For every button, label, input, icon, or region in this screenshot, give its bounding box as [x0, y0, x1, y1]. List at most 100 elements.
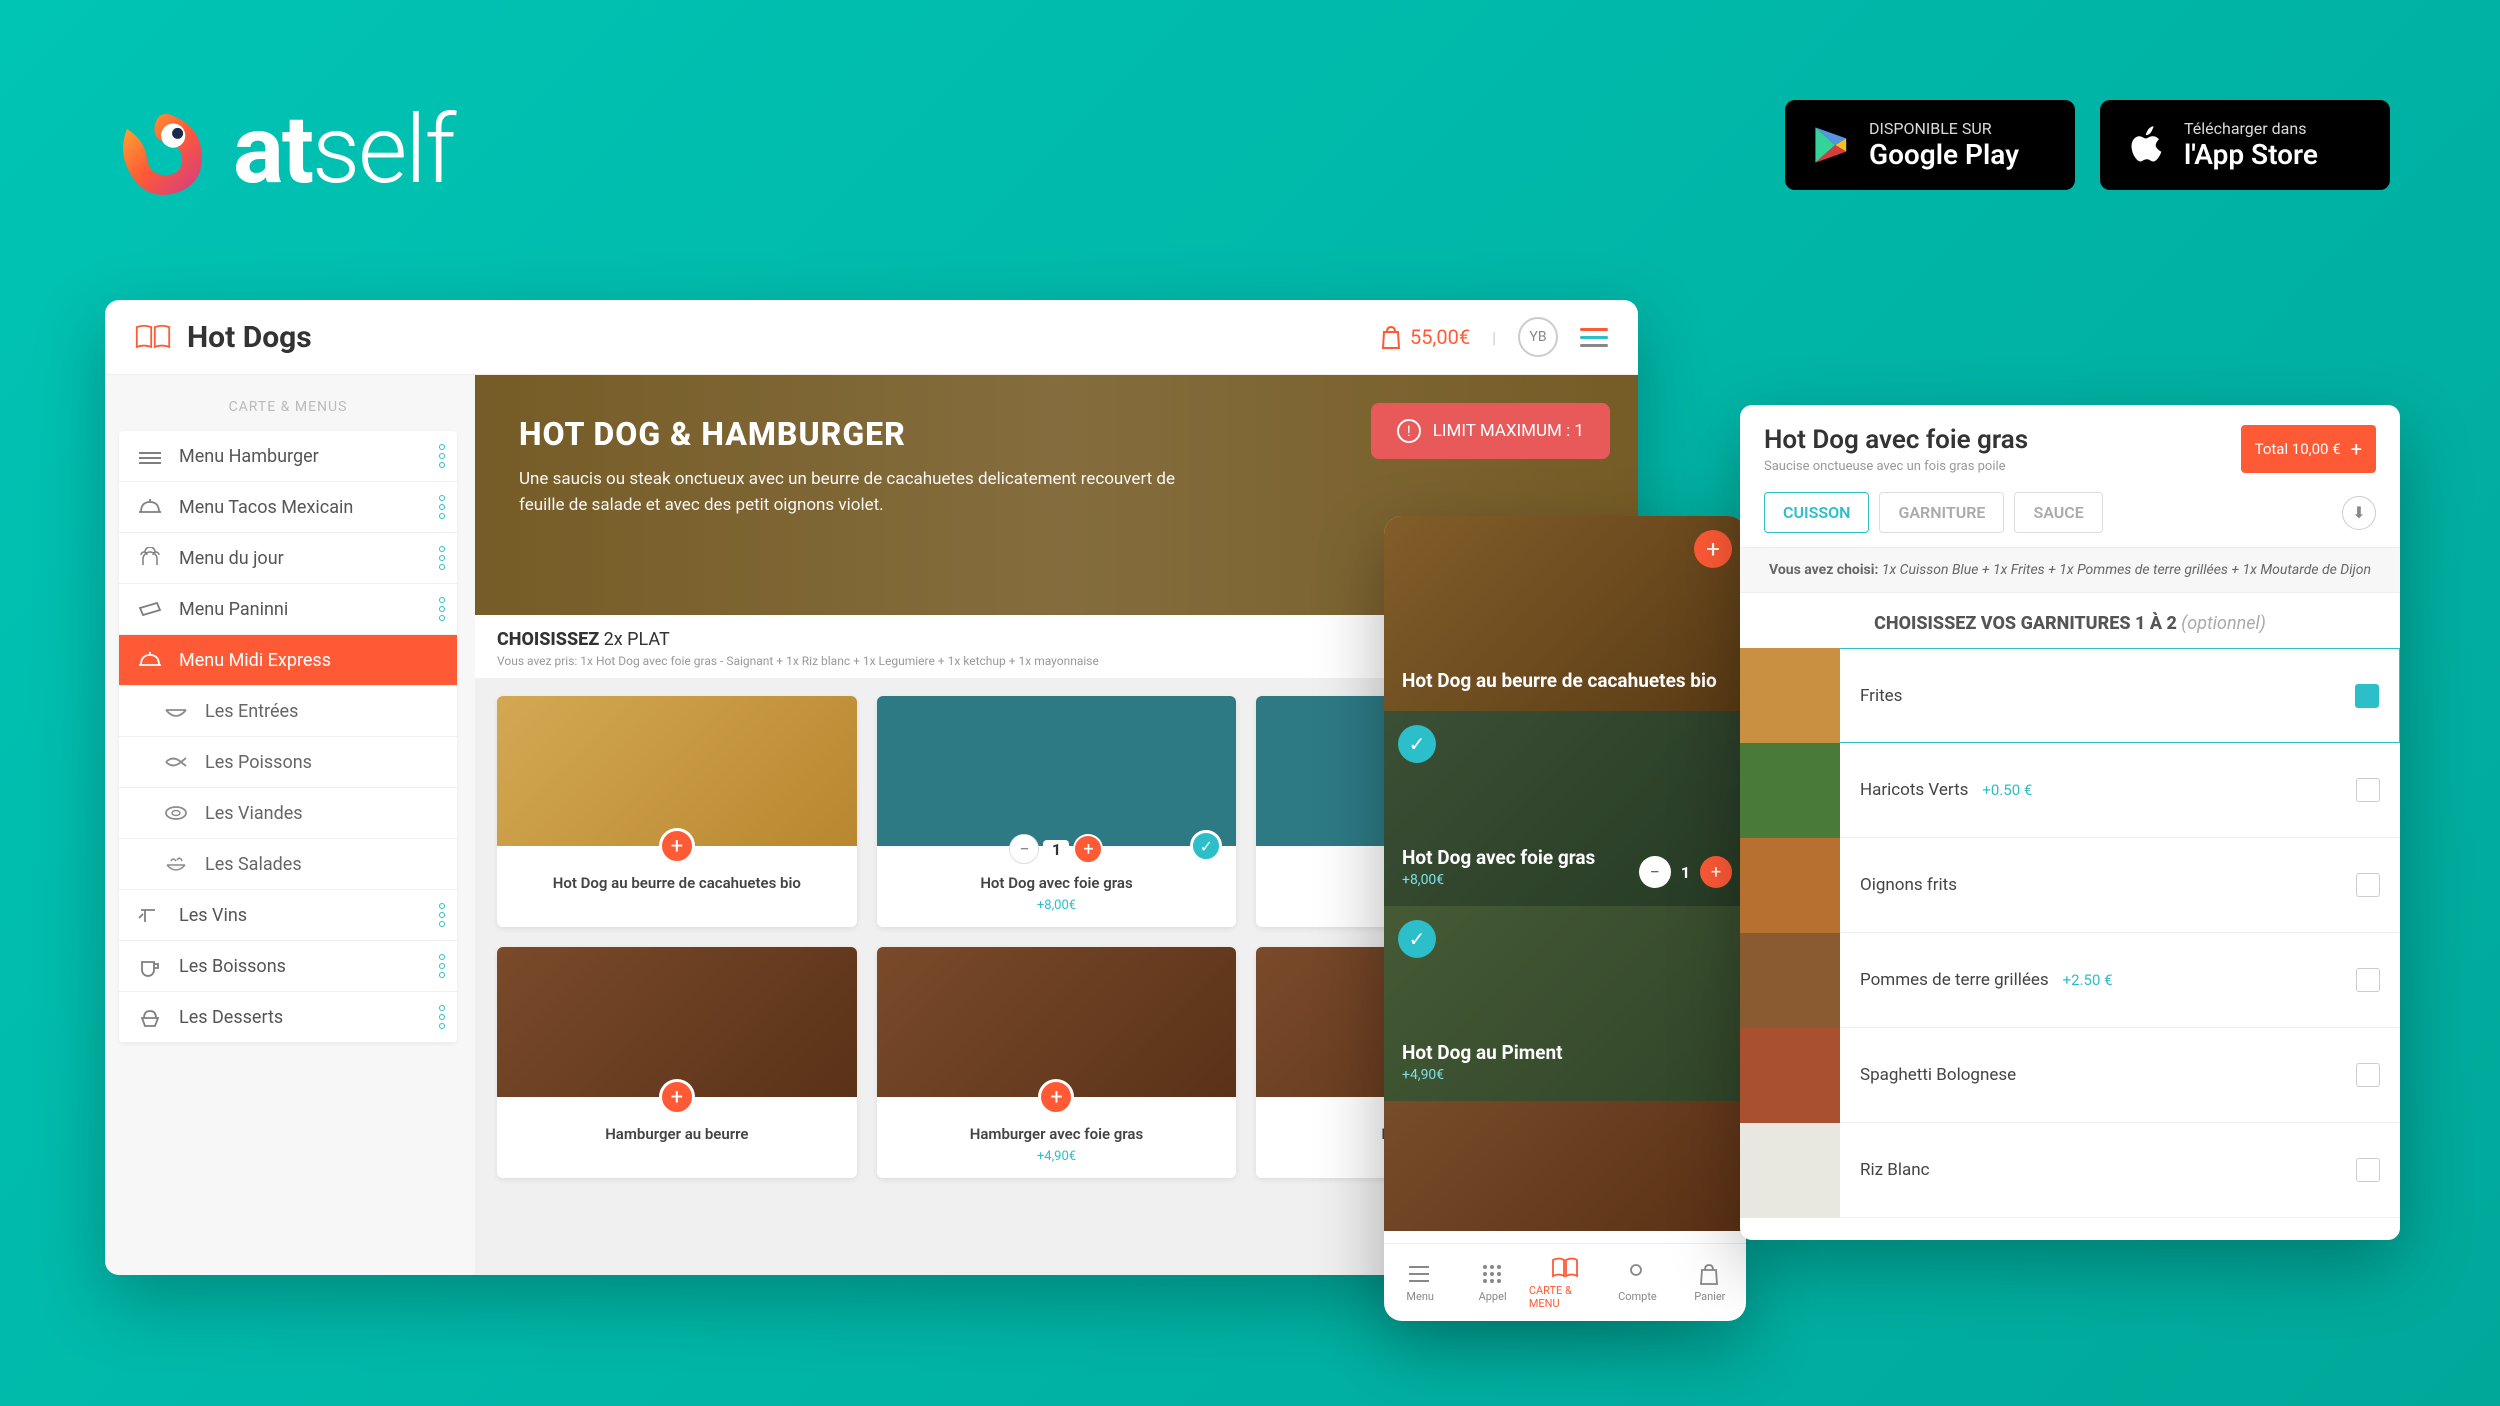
chosen-summary: Vous avez choisi: 1x Cuisson Blue + 1x F… — [1740, 547, 2400, 593]
garniture-row[interactable]: Spaghetti Bolognese — [1740, 1028, 2400, 1123]
sidebar-item[interactable]: Les Poissons — [119, 737, 457, 788]
sidebar-item-label: Les Viandes — [205, 803, 303, 824]
google-play-badge[interactable]: DISPONIBLE SURGoogle Play — [1785, 100, 2075, 190]
section-title: CHOISISSEZ VOS GARNITURES 1 À 2 (optionn… — [1740, 593, 2400, 648]
mobile-food-item[interactable]: +Hot Dog au beurre de cacahuetes bio — [1384, 516, 1746, 711]
garniture-name: Pommes de terre grillées — [1860, 970, 2049, 990]
cfg-title: Hot Dog avec foie gras — [1764, 425, 2028, 455]
add-button[interactable]: + — [659, 828, 695, 864]
item-name: Hot Dog au Piment — [1402, 1042, 1728, 1065]
brand-logo: atself — [105, 95, 454, 206]
food-image: + — [497, 947, 857, 1097]
food-card[interactable]: + Hamburger au beurre — [497, 947, 857, 1178]
add-button[interactable]: + — [1694, 530, 1732, 568]
main-topbar: Hot Dogs 55,00€ | YB — [105, 300, 1638, 375]
sidebar-item[interactable]: Menu du jour — [119, 533, 457, 584]
garniture-row[interactable]: Riz Blanc — [1740, 1123, 2400, 1218]
garniture-row[interactable]: Pommes de terre grillées+2.50 € — [1740, 933, 2400, 1028]
checkbox[interactable] — [2356, 873, 2380, 897]
total-button[interactable]: Total 10,00 €+ — [2241, 425, 2376, 473]
sidebar-item-label: Les Poissons — [205, 752, 312, 773]
app-store-badge[interactable]: Télécharger dansl'App Store — [2100, 100, 2390, 190]
card-price: +4,90€ — [887, 1149, 1227, 1164]
total-label: Total 10,00 € — [2255, 440, 2341, 458]
menu-icon — [1406, 1262, 1434, 1286]
flame-icon — [105, 96, 215, 206]
garniture-row[interactable]: Haricots Verts+0.50 € — [1740, 743, 2400, 838]
food-image: + — [497, 696, 857, 846]
dial-icon — [1479, 1262, 1507, 1286]
salad-icon — [163, 853, 189, 875]
checkbox[interactable] — [2356, 778, 2380, 802]
chef-icon — [137, 547, 163, 569]
item-price: +4,90€ — [1402, 1067, 1728, 1083]
cart-button[interactable]: 55,00€ — [1380, 324, 1470, 350]
nav-item-bag[interactable]: Panier — [1674, 1244, 1746, 1321]
sidebar-item[interactable]: Les Viandes — [119, 788, 457, 839]
minus-button[interactable]: − — [1009, 834, 1039, 864]
nav-item-menu[interactable]: Menu — [1384, 1244, 1456, 1321]
page-title: Hot Dogs — [187, 320, 312, 355]
nav-item-book[interactable]: CARTE & MENU — [1529, 1244, 1601, 1321]
google-play-icon — [1811, 123, 1855, 167]
card-name: Hot Dog avec foie gras — [887, 874, 1227, 892]
sidebar-item[interactable]: Les Desserts — [119, 992, 457, 1043]
garniture-row[interactable]: Frites — [1740, 648, 2400, 743]
plus-button[interactable]: + — [1700, 856, 1732, 888]
minus-button[interactable]: − — [1639, 856, 1671, 888]
sidebar-item[interactable]: Menu Tacos Mexicain — [119, 482, 457, 533]
mobile-food-item[interactable]: ✓Hot Dog au Piment+4,90€ — [1384, 906, 1746, 1101]
checkbox[interactable] — [2356, 968, 2380, 992]
card-name: Hamburger au beurre — [507, 1125, 847, 1143]
bag-icon — [1380, 324, 1402, 350]
mobile-food-item[interactable] — [1384, 1101, 1746, 1231]
checkbox[interactable] — [2356, 1063, 2380, 1087]
checkbox[interactable] — [2355, 684, 2379, 708]
mobile-food-item[interactable]: ✓Hot Dog avec foie gras+8,00€−1+ — [1384, 711, 1746, 906]
food-thumb — [1740, 648, 1840, 743]
download-icon[interactable]: ⬇ — [2342, 496, 2376, 530]
sidebar-item-label: Les Vins — [179, 905, 247, 926]
sidebar-item-label: Les Entrées — [205, 701, 298, 722]
panini-icon — [137, 598, 163, 620]
limit-text: LIMIT MAXIMUM : 1 — [1433, 421, 1584, 441]
sidebar-item[interactable]: Les Salades — [119, 839, 457, 890]
sidebar-item[interactable]: Menu Midi Express — [119, 635, 457, 686]
tab-sauce[interactable]: SAUCE — [2014, 492, 2102, 533]
garniture-name: Haricots Verts — [1860, 780, 1968, 800]
food-thumb — [1740, 1028, 1840, 1123]
food-card[interactable]: +Hot Dog au beurre de cacahuetes bio — [497, 696, 857, 927]
nav-item-user[interactable]: Compte — [1601, 1244, 1673, 1321]
garniture-row[interactable]: Oignons frits — [1740, 838, 2400, 933]
apple-line2: l'App Store — [2184, 138, 2318, 171]
plus-button[interactable]: + — [1073, 834, 1103, 864]
add-button[interactable]: + — [1038, 1079, 1074, 1115]
fish-icon — [163, 751, 189, 773]
steak-icon — [163, 802, 189, 824]
google-line1: DISPONIBLE SUR — [1869, 119, 2019, 138]
tab-garniture[interactable]: GARNITURE — [1879, 492, 2004, 533]
checkbox[interactable] — [2356, 1158, 2380, 1182]
sidebar-item[interactable]: Les Vins — [119, 890, 457, 941]
garniture-name: Frites — [1860, 686, 1902, 706]
menu-icon[interactable] — [1580, 328, 1608, 347]
food-image: + — [877, 947, 1237, 1097]
add-button[interactable]: + — [659, 1079, 695, 1115]
tab-cuisson[interactable]: CUISSON — [1764, 492, 1869, 533]
nav-item-dial[interactable]: Appel — [1456, 1244, 1528, 1321]
card-price: +8,00€ — [887, 898, 1227, 913]
sidebar-item[interactable]: Menu Hamburger — [119, 431, 457, 482]
food-card[interactable]: −1+✓Hot Dog avec foie gras+8,00€ — [877, 696, 1237, 927]
sidebar-item[interactable]: Menu Paninni — [119, 584, 457, 635]
qty-value: 1 — [1677, 863, 1694, 882]
burger-icon — [137, 445, 163, 467]
food-card[interactable]: +Hamburger avec foie gras+4,90€ — [877, 947, 1237, 1178]
sidebar-item-label: Menu Tacos Mexicain — [179, 497, 353, 518]
sidebar-item[interactable]: Les Entrées — [119, 686, 457, 737]
sidebar-item-label: Menu Hamburger — [179, 446, 319, 467]
garniture-name: Spaghetti Bolognese — [1860, 1065, 2016, 1085]
sidebar-item-label: Les Salades — [205, 854, 302, 875]
sidebar-header: CARTE & MENUS — [119, 389, 457, 431]
sidebar-item[interactable]: Les Boissons — [119, 941, 457, 992]
avatar[interactable]: YB — [1518, 317, 1558, 357]
